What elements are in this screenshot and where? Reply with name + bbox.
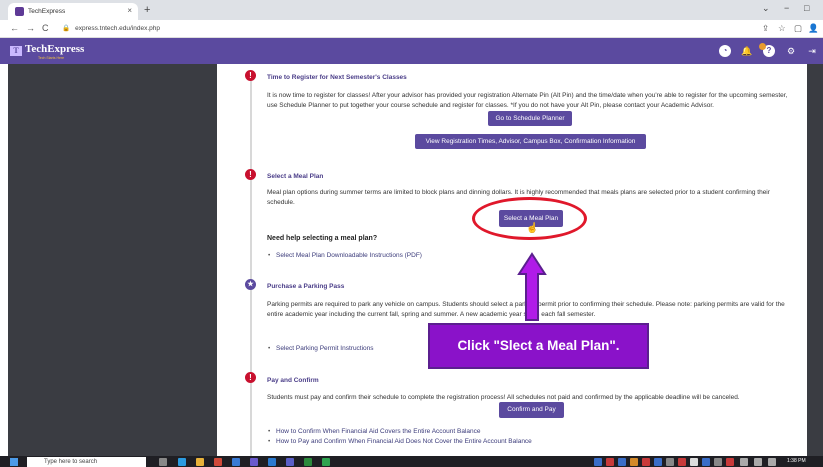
browser-tab[interactable]: TechExpress × <box>8 3 138 20</box>
profile-icon[interactable]: 👤 <box>808 23 819 34</box>
financial-aid-covers-link[interactable]: How to Confirm When Financial Aid Covers… <box>268 428 480 435</box>
edge-icon[interactable] <box>178 458 186 466</box>
taskbar-app-icon[interactable] <box>250 458 258 466</box>
file-explorer-icon[interactable] <box>196 458 204 466</box>
taskbar-app-icon[interactable] <box>322 458 330 466</box>
techexpress-logo[interactable]: T TechExpress Tech Starts Here <box>10 43 85 60</box>
settings-gear-icon[interactable]: ⚙ <box>785 45 797 57</box>
step-title: Pay and Confirm <box>267 377 319 384</box>
bookmark-star-icon[interactable]: ☆ <box>778 23 786 34</box>
lock-icon: 🔒 <box>62 25 71 32</box>
reload-icon[interactable]: C <box>42 23 49 33</box>
tray-icon[interactable] <box>618 458 626 466</box>
logo-mark-icon: T <box>10 46 22 56</box>
timeline-line <box>250 72 252 456</box>
alert-icon: ! <box>245 70 256 81</box>
confirm-and-pay-button[interactable]: Confirm and Pay <box>499 402 564 418</box>
step-title: Purchase a Parking Pass <box>267 283 345 290</box>
url-field[interactable]: 🔒 express.tntech.edu/index.php <box>62 24 160 32</box>
star-step-icon: ★ <box>245 279 256 290</box>
logout-icon[interactable]: ⇥ <box>806 45 818 57</box>
browser-tab-bar: TechExpress × + ⌄ − □ <box>0 0 823 20</box>
right-panel <box>807 64 823 456</box>
tray-icon[interactable] <box>606 458 614 466</box>
url-text: express.tntech.edu/index.php <box>75 25 161 32</box>
step-title: Select a Meal Plan <box>267 173 324 180</box>
alert-icon: ! <box>245 169 256 180</box>
back-icon[interactable]: ← <box>10 23 19 33</box>
tray-icon[interactable] <box>726 458 734 466</box>
windows-taskbar: Type here to search 1:38 PM <box>0 456 823 467</box>
teams-icon[interactable] <box>286 458 294 466</box>
tab-search-icon[interactable]: ⌄ <box>762 3 770 14</box>
windows-start-icon[interactable] <box>10 458 18 466</box>
step-title: Time to Register for Next Semester's Cla… <box>267 74 407 81</box>
financial-aid-not-covers-link[interactable]: How to Pay and Confirm When Financial Ai… <box>268 438 532 445</box>
help-subheading: Need help selecting a meal plan? <box>267 235 378 242</box>
volume-icon[interactable] <box>754 458 762 466</box>
tray-icon[interactable] <box>702 458 710 466</box>
forward-icon[interactable]: → <box>26 23 35 33</box>
share-icon[interactable]: ⇪ <box>762 23 769 34</box>
arrow-up-icon <box>517 252 547 321</box>
network-icon[interactable] <box>740 458 748 466</box>
minimize-button[interactable]: − <box>784 3 789 13</box>
taskbar-search-input[interactable]: Type here to search <box>27 457 146 467</box>
sidebar-icon[interactable]: ▢ <box>794 23 802 34</box>
app-header: T TechExpress Tech Starts Here ◔ 🔔 ? ⚙ ⇥ <box>0 38 823 64</box>
tray-icon[interactable] <box>594 458 602 466</box>
address-bar: ← → C 🔒 express.tntech.edu/index.php ⇪ ☆ … <box>0 20 823 38</box>
go-to-schedule-planner-button[interactable]: Go to Schedule Planner <box>488 111 572 126</box>
tray-icon[interactable] <box>678 458 686 466</box>
tab-close-icon[interactable]: × <box>127 6 132 15</box>
step-description: It is now time to register for classes! … <box>267 92 788 109</box>
new-tab-button[interactable]: + <box>144 4 150 16</box>
taskbar-clock[interactable]: 1:38 PM <box>787 458 806 464</box>
taskbar-app-icon[interactable] <box>232 458 240 466</box>
task-view-icon[interactable] <box>159 458 167 466</box>
view-registration-times-button[interactable]: View Registration Times, Advisor, Campus… <box>415 134 646 149</box>
taskbar-app-icon[interactable] <box>214 458 222 466</box>
favicon-icon <box>15 7 24 16</box>
meal-plan-instructions-link[interactable]: Select Meal Plan Downloadable Instructio… <box>268 252 422 259</box>
battery-icon[interactable] <box>768 458 776 466</box>
tab-title: TechExpress <box>28 8 66 15</box>
taskbar-app-icon[interactable] <box>268 458 276 466</box>
notifications-bell-icon[interactable]: 🔔 <box>741 45 753 57</box>
instruction-callout: Click "Slect a Meal Plan". <box>428 323 649 369</box>
tray-icon[interactable] <box>642 458 650 466</box>
alert-icon: ! <box>245 372 256 383</box>
hand-cursor-icon: ☝ <box>526 223 539 234</box>
tray-icon[interactable] <box>690 458 698 466</box>
dashboard-icon[interactable]: ◔ <box>719 45 731 57</box>
tray-icon[interactable] <box>714 458 722 466</box>
parking-permit-instructions-link[interactable]: Select Parking Permit Instructions <box>268 345 374 352</box>
brand-tagline: Tech Starts Here <box>38 56 65 60</box>
notification-badge <box>759 43 766 50</box>
tray-icon[interactable] <box>630 458 638 466</box>
excel-icon[interactable] <box>304 458 312 466</box>
brand-name: TechExpress <box>25 43 85 55</box>
left-panel <box>8 64 217 456</box>
tray-icon[interactable] <box>666 458 674 466</box>
maximize-button[interactable]: □ <box>804 3 809 13</box>
tray-icon[interactable] <box>654 458 662 466</box>
